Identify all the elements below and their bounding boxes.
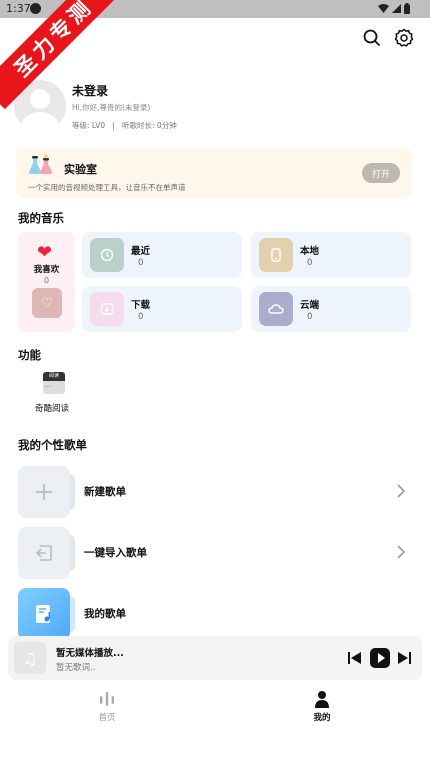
- local-count: 0: [307, 258, 313, 268]
- battery-icon: [404, 3, 410, 14]
- system-icons: [378, 3, 410, 14]
- cloud-card[interactable]: 云端 0: [251, 286, 411, 332]
- profile-name: 未登录: [72, 83, 109, 98]
- playlists-title: 我的个性歌单: [18, 438, 87, 452]
- equalizer-icon: [77, 688, 137, 708]
- download-label: 下载: [131, 300, 151, 311]
- my-music-title: 我的音乐: [18, 211, 64, 225]
- wifi-icon: [378, 4, 389, 13]
- download-icon: [90, 292, 124, 326]
- lab-open-button[interactable]: 打开: [362, 163, 400, 183]
- plus-icon: [18, 466, 70, 518]
- profile-separator: |: [112, 120, 115, 130]
- reading-app-icon: 阅读 ...: [43, 372, 65, 394]
- cloud-icon: [259, 292, 293, 326]
- clock-icon: [90, 238, 124, 272]
- phone-icon: [259, 238, 293, 272]
- search-icon[interactable]: [362, 28, 382, 48]
- recent-label: 最近: [131, 246, 151, 257]
- import-icon: [18, 527, 70, 579]
- music-note-icon: ♫: [14, 642, 46, 674]
- lab-banner[interactable]: 实验室 一个实用的音视频处理工具，让音乐不在单声道 打开: [16, 148, 412, 198]
- cloud-count: 0: [307, 312, 313, 322]
- new-playlist-label: 新建歌单: [84, 486, 126, 498]
- my-playlist-item[interactable]: 我的歌单: [18, 588, 412, 642]
- user-icon: [292, 688, 352, 708]
- next-icon[interactable]: [396, 650, 412, 669]
- tab-home-label: 首页: [98, 713, 116, 723]
- recent-count: 0: [138, 258, 144, 268]
- download-card[interactable]: 下载 0: [82, 286, 242, 332]
- tab-mine[interactable]: 我的: [292, 688, 352, 723]
- profile-section[interactable]: 未登录 Hi,你好,尊贵的(未登录) 等级: LV0 | 听歌时长: 0分钟: [14, 80, 177, 132]
- function-item-reading[interactable]: 阅读 ... 奇酷阅读: [34, 372, 74, 414]
- player-title: 暂无媒体播放...: [56, 648, 124, 659]
- bottom-tab-bar: 首页 我的: [0, 680, 430, 764]
- favorites-count: 0: [43, 276, 50, 285]
- status-time: 1:37: [6, 2, 31, 15]
- lab-title: 实验室: [64, 163, 97, 176]
- play-icon[interactable]: [370, 648, 390, 672]
- favorites-label: 我喜欢: [33, 265, 60, 275]
- profile-greeting: Hi,你好,尊贵的(未登录): [72, 102, 151, 112]
- profile-level: 等级: LV0: [72, 120, 106, 130]
- my-playlist-label: 我的歌单: [84, 608, 126, 620]
- player-lyric: 暂无歌词..: [56, 663, 96, 673]
- import-playlist-item[interactable]: 一键导入歌单: [18, 527, 412, 581]
- profile-meta: 等级: LV0 | 听歌时长: 0分钟: [72, 120, 177, 131]
- music-note-doc-icon: [18, 588, 70, 640]
- chevron-right-icon: [396, 480, 406, 504]
- notification-icon: [30, 3, 41, 14]
- lab-flask-icon: [28, 154, 56, 176]
- download-count: 0: [138, 312, 144, 322]
- favorites-heart-tile-icon: ♡: [32, 288, 62, 318]
- local-card[interactable]: 本地 0: [251, 232, 411, 278]
- recent-card[interactable]: 最近 0: [82, 232, 242, 278]
- heart-icon: ❤: [37, 242, 53, 263]
- chevron-right-icon: [396, 541, 406, 565]
- lab-desc: 一个实用的音视频处理工具，让音乐不在单声道: [28, 183, 186, 192]
- settings-icon[interactable]: [394, 28, 414, 48]
- function-label: 奇酷阅读: [34, 404, 69, 414]
- local-label: 本地: [300, 246, 320, 257]
- top-actions: [362, 28, 414, 48]
- signal-icon: [392, 4, 401, 13]
- cloud-label: 云端: [300, 300, 320, 311]
- profile-listen-time: 听歌时长: 0分钟: [122, 120, 177, 130]
- import-playlist-label: 一键导入歌单: [84, 547, 147, 559]
- tab-home[interactable]: 首页: [77, 688, 137, 723]
- mini-player[interactable]: ♫ 暂无媒体播放... 暂无歌词..: [8, 636, 422, 681]
- previous-icon[interactable]: [347, 650, 363, 669]
- tab-mine-label: 我的: [313, 713, 331, 723]
- new-playlist-item[interactable]: 新建歌单: [18, 466, 412, 520]
- favorites-card[interactable]: ❤ 我喜欢 0 ♡: [18, 232, 75, 332]
- functions-title: 功能: [18, 348, 41, 362]
